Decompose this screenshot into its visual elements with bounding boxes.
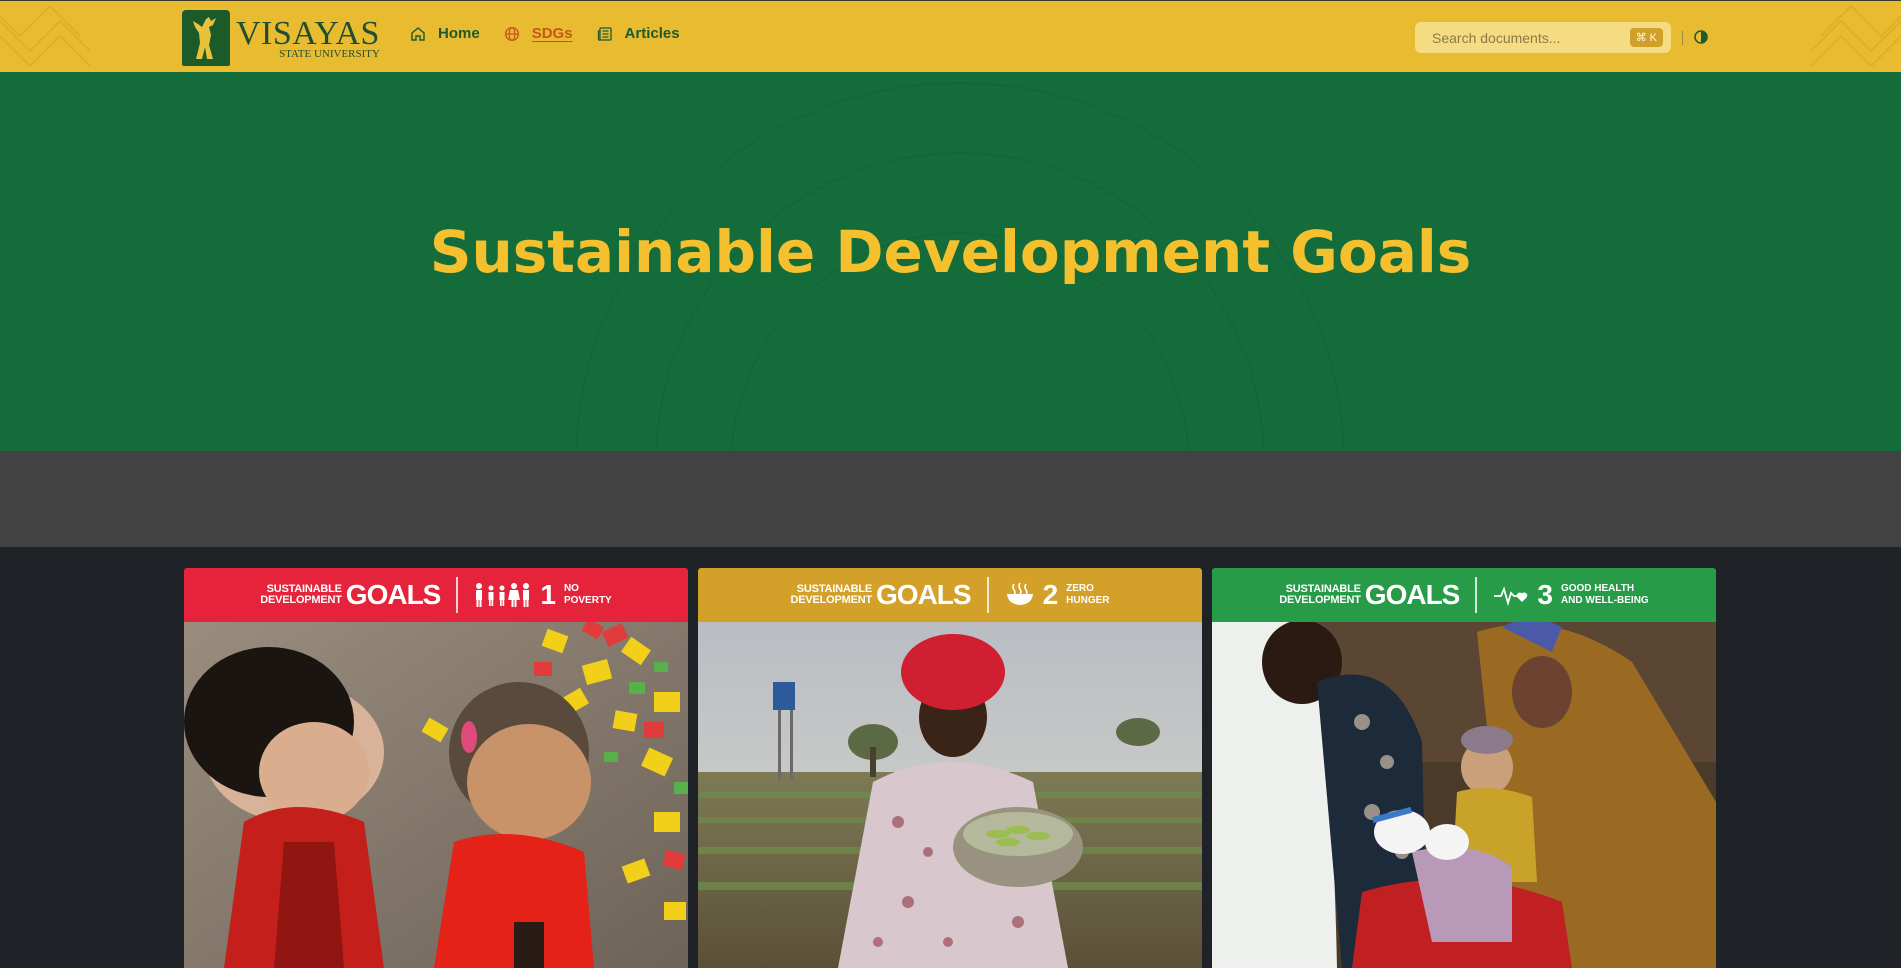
health-clinic-photo (1212, 622, 1716, 968)
logo-emblem (182, 10, 230, 66)
sdg-name-line: HUNGER (1066, 595, 1110, 606)
sdg-name-line: ZERO (1066, 583, 1094, 594)
brand-text: DEVELOPMENT (1279, 594, 1361, 606)
filter-band (0, 451, 1901, 547)
header-separator (986, 577, 989, 613)
sdg-card-header: SUSTAINABLE DEVELOPMENT GOALS 3 GOOD HEAL… (1212, 568, 1716, 622)
page-title: Sustainable Development Goals (429, 218, 1472, 286)
top-navbar: VISAYAS STATE UNIVERSITY Home SDGs Artic… (0, 0, 1901, 72)
nav-home[interactable]: Home (410, 25, 480, 42)
family-icon (476, 583, 530, 607)
heartbeat-icon (1494, 586, 1528, 606)
search-shortcut-badge: ⌘ K (1629, 28, 1663, 47)
decorative-pattern-left (0, 4, 91, 68)
logo-main-text: VISAYAS (236, 14, 380, 52)
sdg-card-photo (1212, 622, 1716, 968)
brand-goals-text: GOALS (1364, 579, 1461, 610)
header-divider (1682, 31, 1683, 45)
logo-wordmark: VISAYAS STATE UNIVERSITY (236, 14, 380, 60)
nav-sdgs[interactable]: SDGs (504, 25, 573, 42)
sdg-card-3[interactable]: SUSTAINABLE DEVELOPMENT GOALS 3 GOOD HEAL… (1212, 568, 1716, 968)
woman-with-harvest-photo (698, 622, 1202, 968)
sdg-card-header: SUSTAINABLE DEVELOPMENT GOALS 2 ZERO HUNGE… (698, 568, 1202, 622)
sdg-card-photo (698, 622, 1202, 968)
brand-text: DEVELOPMENT (260, 594, 342, 606)
sdg-name-line: AND WELL-BEING (1560, 595, 1649, 606)
sdg-number: 1 (540, 579, 556, 610)
brand-goals-text: GOALS (345, 579, 442, 610)
nav-articles[interactable]: Articles (597, 25, 680, 42)
sdg-number: 2 (1042, 579, 1059, 610)
sdg-name-line: GOOD HEALTH (1560, 583, 1635, 594)
sdg-card-photo (184, 622, 688, 968)
sdg-card-1[interactable]: SUSTAINABLE DEVELOPMENT GOALS 1 NO POVERTY (184, 568, 688, 968)
newspaper-icon (597, 26, 612, 41)
children-playing-photo (184, 622, 688, 968)
nav-sdgs-label: SDGs (531, 25, 573, 42)
decorative-pattern-right (1810, 4, 1901, 68)
university-logo[interactable]: VISAYAS STATE UNIVERSITY (182, 9, 380, 67)
main-nav: Home SDGs Articles (410, 25, 704, 42)
sdg-card-header: SUSTAINABLE DEVELOPMENT GOALS 1 NO POVERTY (184, 568, 688, 622)
sdg-number: 3 (1537, 579, 1553, 610)
header-separator (456, 577, 459, 613)
search-input[interactable] (1432, 29, 1622, 46)
oblation-figure-icon (193, 17, 216, 59)
sdg-card-2[interactable]: SUSTAINABLE DEVELOPMENT GOALS 2 ZERO HUNGE… (698, 568, 1202, 968)
home-icon (411, 26, 425, 41)
search-box[interactable]: ⌘ K (1415, 22, 1671, 53)
bowl-icon (1006, 582, 1033, 605)
nav-articles-label: Articles (624, 25, 680, 42)
header-separator (1475, 577, 1478, 613)
theme-toggle-icon (1694, 30, 1708, 44)
globe-icon (504, 26, 519, 41)
theme-toggle-button[interactable] (1693, 29, 1709, 50)
sdg-name-line: NO (563, 583, 579, 594)
brand-goals-text: GOALS (876, 579, 972, 610)
nav-home-label: Home (438, 25, 480, 42)
sdg-name-line: POVERTY (563, 595, 612, 606)
brand-text: DEVELOPMENT (790, 594, 873, 606)
hero-banner: Sustainable Development Goals (0, 72, 1901, 451)
logo-sub-text: STATE UNIVERSITY (279, 47, 380, 60)
